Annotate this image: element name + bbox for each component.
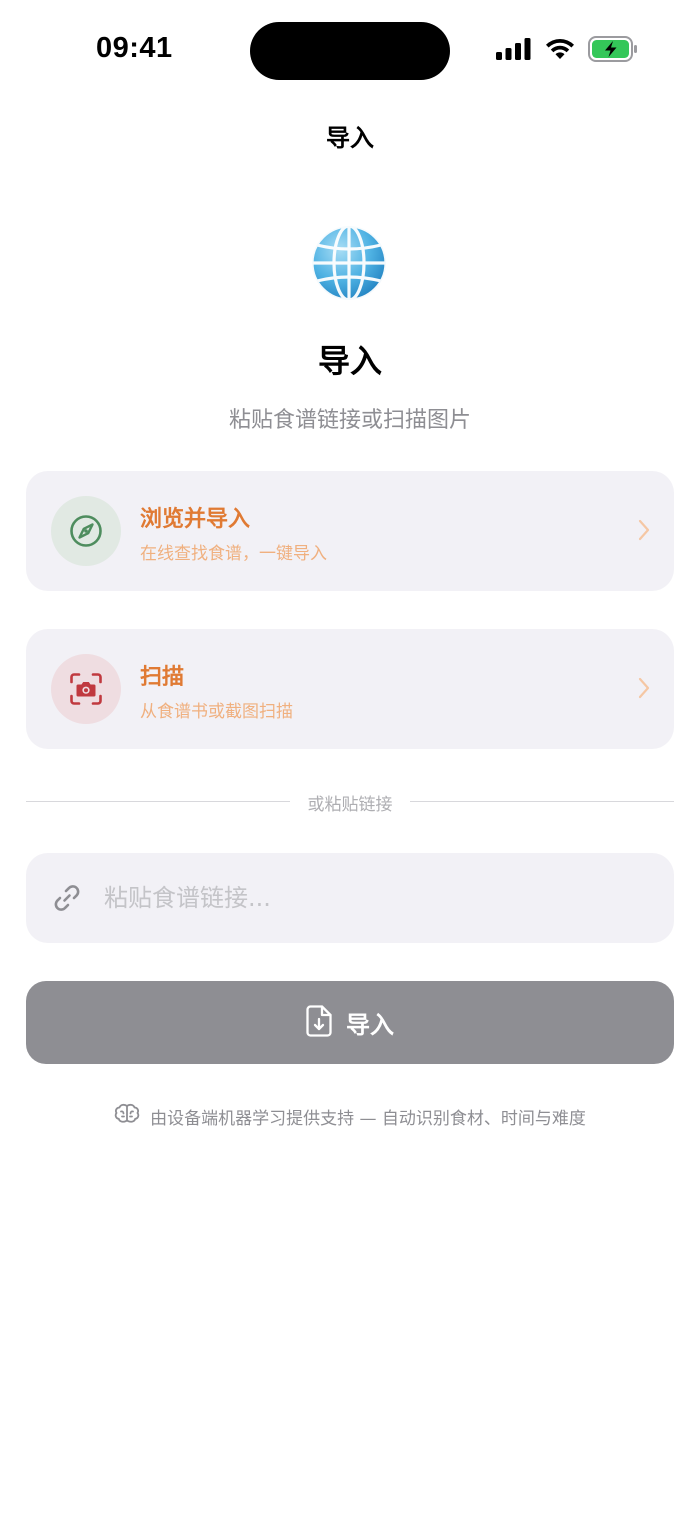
scan-card[interactable]: 扫描 从食谱书或截图扫描 — [26, 629, 674, 749]
compass-icon — [51, 496, 121, 566]
scan-subtitle: 从食谱书或截图扫描 — [140, 702, 293, 722]
camera-scan-icon — [51, 654, 121, 724]
brain-icon — [114, 1103, 140, 1130]
battery-charging-icon — [588, 36, 638, 62]
browse-import-subtitle: 在线查找食谱，一键导入 — [140, 544, 327, 564]
recipe-link-input[interactable] — [104, 873, 644, 923]
hero-title: 导入 — [317, 342, 382, 380]
document-download-icon — [306, 1004, 332, 1041]
status-time: 09:41 — [96, 32, 173, 64]
status-bar: 09:41 — [0, 0, 700, 100]
browse-import-title: 浏览并导入 — [140, 507, 251, 532]
chevron-right-icon — [638, 677, 650, 703]
cellular-signal-icon — [496, 38, 532, 60]
divider-line — [410, 801, 674, 802]
scan-title: 扫描 — [140, 665, 185, 690]
wifi-icon — [544, 37, 576, 61]
chevron-right-icon — [638, 519, 650, 545]
browse-import-card[interactable]: 浏览并导入 在线查找食谱，一键导入 — [26, 471, 674, 591]
import-button[interactable]: 导入 — [26, 981, 674, 1064]
divider-label: 或粘贴链接 — [307, 795, 393, 815]
or-paste-link-divider: 或粘贴链接 — [26, 788, 674, 815]
status-icons — [496, 36, 638, 62]
hero-subtitle: 粘贴食谱链接或扫描图片 — [228, 408, 471, 433]
link-icon — [52, 883, 82, 917]
nav-title: 导入 — [326, 124, 374, 152]
recipe-link-field[interactable] — [26, 853, 674, 943]
dynamic-island — [250, 22, 450, 80]
ml-footer-text: 由设备端机器学习提供支持 — 自动识别食材、时间与难度 — [150, 1109, 586, 1129]
import-button-label: 导入 — [346, 1011, 394, 1039]
globe-icon — [309, 223, 389, 303]
ml-footer-note: 由设备端机器学习提供支持 — 自动识别食材、时间与难度 — [0, 1103, 700, 1130]
